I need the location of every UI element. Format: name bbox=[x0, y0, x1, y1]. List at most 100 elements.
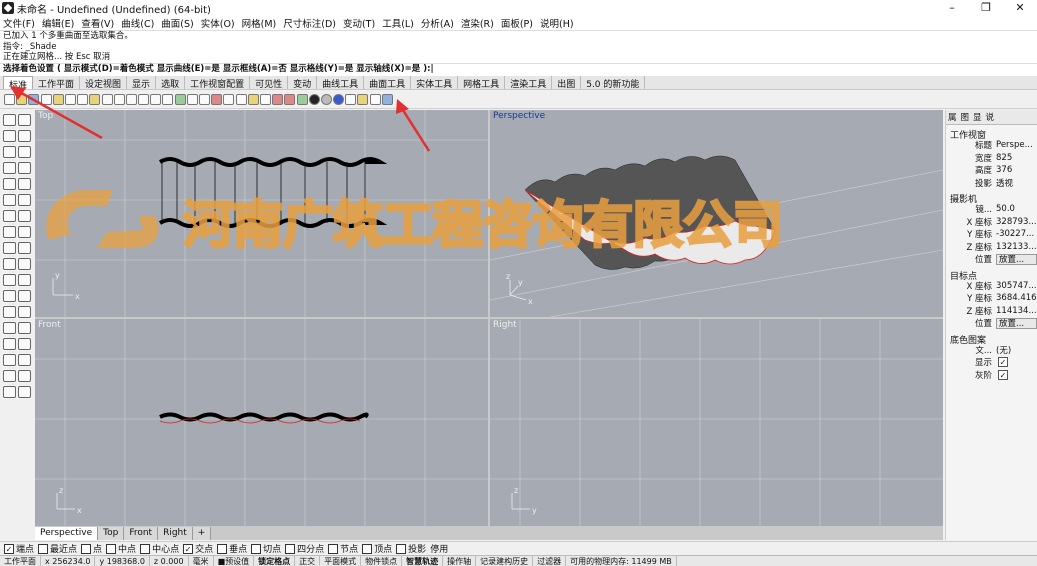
tab-new-in-v5[interactable]: 5.0 的新功能 bbox=[581, 76, 646, 90]
osnap-checkbox[interactable] bbox=[251, 543, 262, 554]
dimension-icon[interactable] bbox=[18, 338, 31, 350]
new-file-icon[interactable] bbox=[4, 93, 15, 105]
osnap-item[interactable]: 顶点 bbox=[362, 542, 392, 555]
mesh-tools-icon[interactable] bbox=[18, 226, 31, 238]
minimize-button[interactable]: – bbox=[935, 0, 969, 16]
osnap-item[interactable]: 最近点 bbox=[38, 542, 77, 555]
zoom-icon[interactable] bbox=[138, 93, 150, 105]
tab-transform[interactable]: 变动 bbox=[288, 76, 318, 90]
osnap-item[interactable]: 垂点 bbox=[217, 542, 247, 555]
lightbulb-icon[interactable] bbox=[259, 93, 271, 105]
solid-tools-icon[interactable] bbox=[18, 210, 31, 222]
menu-tools[interactable]: 工具(L) bbox=[382, 16, 414, 30]
viewtab-add-button[interactable]: + bbox=[192, 526, 212, 540]
mesh-icon[interactable] bbox=[3, 226, 16, 238]
panel-tab-display[interactable]: 显 bbox=[971, 111, 984, 123]
wallpaper-file-select[interactable]: (无) bbox=[996, 344, 1037, 356]
extrude-icon[interactable] bbox=[3, 242, 16, 254]
show-checkbox[interactable]: ✓ bbox=[998, 357, 1008, 368]
rotate-view-icon[interactable] bbox=[125, 93, 137, 105]
cut-icon[interactable] bbox=[64, 93, 76, 105]
menu-analyze[interactable]: 分析(A) bbox=[421, 16, 454, 30]
properties-icon[interactable] bbox=[272, 93, 284, 105]
curve-icon[interactable] bbox=[18, 130, 31, 142]
osnap-item[interactable]: 中心点 bbox=[140, 542, 179, 555]
tab-render-tools[interactable]: 渲染工具 bbox=[505, 76, 553, 90]
move-icon[interactable] bbox=[3, 290, 16, 302]
surface-tools-icon[interactable] bbox=[18, 194, 31, 206]
zoom-extents-icon[interactable] bbox=[162, 93, 174, 105]
circle-icon[interactable] bbox=[3, 146, 16, 158]
join-icon[interactable] bbox=[3, 274, 16, 286]
command-prompt-input[interactable]: 选择着色设置 ( 显示模式(D)=着色模式 显示曲线(E)=是 显示框线(A)=… bbox=[0, 62, 1037, 74]
rectangle-icon[interactable] bbox=[18, 162, 31, 174]
set-view-icon[interactable] bbox=[199, 93, 210, 105]
print-icon[interactable] bbox=[40, 93, 52, 105]
osnap-item[interactable]: 四分点 bbox=[285, 542, 324, 555]
zoom-window-icon[interactable] bbox=[150, 93, 162, 105]
tab-surface-tools[interactable]: 曲面工具 bbox=[364, 76, 412, 90]
tab-solid-tools[interactable]: 实体工具 bbox=[411, 76, 459, 90]
osnap-item[interactable]: 中点 bbox=[106, 542, 136, 555]
options-icon[interactable] bbox=[345, 93, 357, 105]
status-smarttrack[interactable]: 智慧轨迹 bbox=[402, 556, 444, 566]
osnap-item[interactable]: ✓ 交点 bbox=[183, 542, 213, 555]
surface-icon[interactable] bbox=[3, 194, 16, 206]
target-place-button[interactable]: 放置... bbox=[996, 317, 1037, 329]
viewport-layout-icon[interactable] bbox=[186, 93, 198, 105]
tab-set-view[interactable]: 设定视图 bbox=[80, 76, 128, 90]
osnap-checkbox[interactable] bbox=[106, 543, 117, 554]
group-icon[interactable] bbox=[3, 338, 16, 350]
osnap-checkbox[interactable] bbox=[38, 543, 49, 554]
rotate-icon[interactable] bbox=[3, 306, 16, 318]
select-icon[interactable] bbox=[211, 93, 223, 105]
menu-file[interactable]: 文件(F) bbox=[3, 16, 35, 30]
text-icon[interactable] bbox=[3, 354, 16, 366]
osnap-checkbox[interactable] bbox=[140, 543, 151, 554]
import-icon[interactable] bbox=[52, 93, 64, 105]
object-properties-icon[interactable] bbox=[284, 93, 296, 105]
osnap-checkbox[interactable] bbox=[217, 543, 228, 554]
array-icon[interactable] bbox=[18, 322, 31, 334]
viewport-perspective[interactable]: Perspective x y z bbox=[490, 110, 943, 317]
lights-icon[interactable] bbox=[18, 386, 31, 398]
copy-object-icon[interactable] bbox=[18, 290, 31, 302]
tab-drafting[interactable]: 出图 bbox=[552, 76, 582, 90]
pan-hand-icon[interactable] bbox=[113, 93, 125, 105]
menu-dimension[interactable]: 尺寸标注(D) bbox=[283, 16, 336, 30]
ellipse-icon[interactable] bbox=[3, 178, 16, 190]
viewport-right[interactable]: Right y z bbox=[490, 319, 943, 526]
osnap-checkbox[interactable]: ✓ bbox=[183, 543, 194, 554]
shade-icon[interactable] bbox=[308, 93, 320, 105]
tab-mesh-tools[interactable]: 网格工具 bbox=[458, 76, 506, 90]
tab-display[interactable]: 显示 bbox=[127, 76, 157, 90]
status-osnap[interactable]: 物件锁点 bbox=[361, 556, 403, 566]
copy-icon[interactable] bbox=[77, 93, 89, 105]
trim-icon[interactable] bbox=[18, 258, 31, 270]
menu-view[interactable]: 查看(V) bbox=[81, 16, 114, 30]
menu-panels[interactable]: 面板(P) bbox=[501, 16, 533, 30]
close-button[interactable]: ✕ bbox=[1003, 0, 1037, 16]
osnap-checkbox[interactable] bbox=[396, 543, 407, 554]
paste-icon[interactable] bbox=[89, 93, 101, 105]
analyze-icon[interactable] bbox=[3, 370, 16, 382]
osnap-checkbox[interactable] bbox=[285, 543, 296, 554]
point-icon[interactable] bbox=[18, 114, 31, 126]
grid-snap-icon[interactable] bbox=[235, 93, 247, 105]
status-gumball[interactable]: 操作轴 bbox=[443, 556, 477, 566]
menu-solid[interactable]: 实体(O) bbox=[201, 16, 235, 30]
osnap-item[interactable]: ✓ 端点 bbox=[4, 542, 34, 555]
camera-place-button[interactable]: 放置... bbox=[996, 253, 1037, 265]
render-sphere-icon[interactable] bbox=[3, 386, 16, 398]
explode-icon[interactable] bbox=[18, 274, 31, 286]
scale-icon[interactable] bbox=[18, 306, 31, 318]
solid-box-icon[interactable] bbox=[3, 210, 16, 222]
osnap-checkbox[interactable] bbox=[81, 543, 92, 554]
arc-icon[interactable] bbox=[18, 146, 31, 158]
grayscale-checkbox[interactable]: ✓ bbox=[998, 369, 1008, 380]
menu-help[interactable]: 说明(H) bbox=[540, 16, 574, 30]
rendered-icon[interactable] bbox=[320, 93, 332, 105]
menu-surface[interactable]: 曲面(S) bbox=[161, 16, 193, 30]
osnap-checkbox[interactable] bbox=[328, 543, 339, 554]
status-filter[interactable]: 过滤器 bbox=[533, 556, 567, 566]
